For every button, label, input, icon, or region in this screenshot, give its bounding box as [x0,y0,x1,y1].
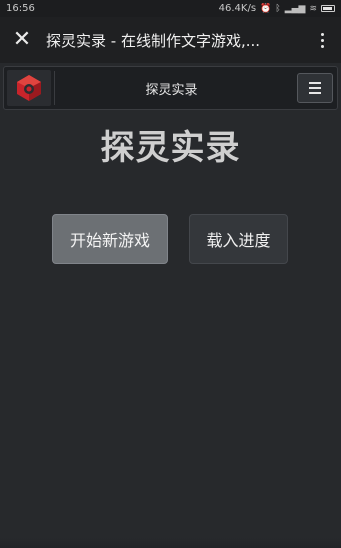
close-icon[interactable]: ✕ [8,26,36,54]
nav-title: 探灵实录 [145,82,198,98]
network-speed: 46.4K/s [218,3,257,14]
wifi-icon: ≋ [309,3,317,14]
new-game-button[interactable]: 开始新游戏 [52,214,168,264]
bluetooth-icon: ᛒ [275,3,281,14]
hamburger-menu-icon[interactable] [297,73,333,103]
alarm-icon: ⏰ [260,3,272,14]
nav-divider [54,71,55,105]
status-bar: 16:56 46.4K/s ⏰ ᛒ ▂▄▆ ≋ [0,0,341,17]
browser-page-title: 探灵实录 - 在线制作文字游戏,... [46,31,261,50]
status-indicators: 46.4K/s ⏰ ᛒ ▂▄▆ ≋ [219,3,335,14]
app-navbar: 探灵实录 [3,66,338,110]
signal-icon: ▂▄▆ [284,3,306,14]
status-time: 16:56 [6,3,35,14]
bottom-fade [0,538,341,548]
app-logo-icon[interactable] [7,70,51,106]
game-title: 探灵实录 [100,128,241,168]
browser-toolbar: ✕ 探灵实录 - 在线制作文字游戏,... [0,17,341,63]
load-game-button[interactable]: 载入进度 [189,214,288,264]
battery-icon [321,5,335,12]
more-vertical-icon[interactable] [311,26,333,54]
